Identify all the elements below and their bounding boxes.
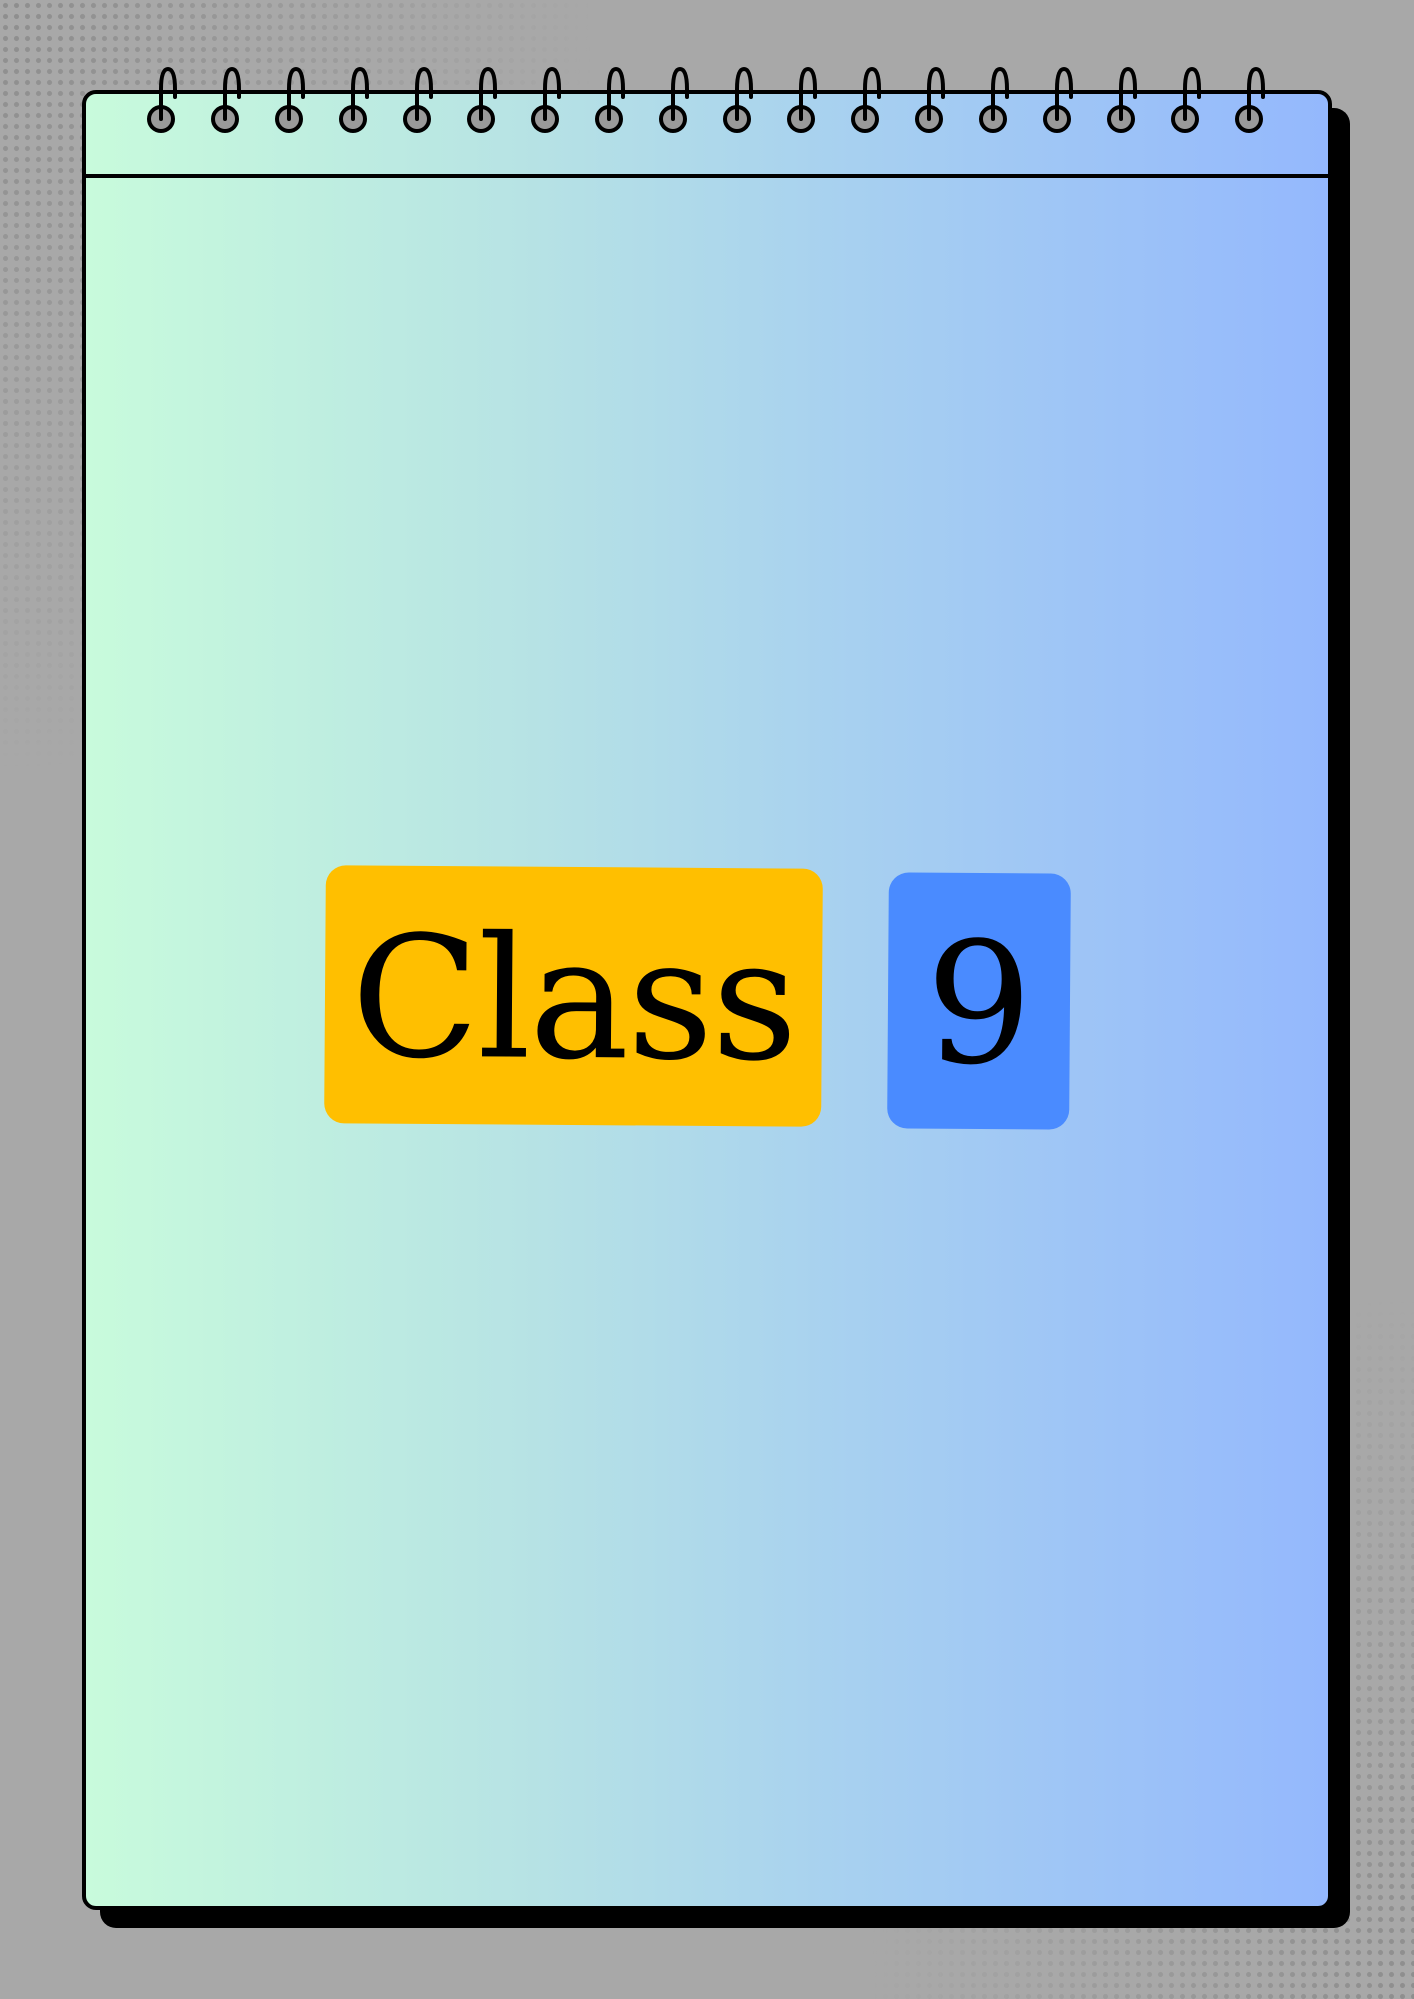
class-label-text: Class: [350, 899, 797, 1099]
spiral-ring: [1043, 66, 1073, 133]
spiral-ring: [147, 66, 177, 133]
spiral-ring: [659, 66, 689, 133]
class-number-text: 9: [924, 905, 1034, 1103]
class-number-tag: 9: [887, 872, 1071, 1130]
spiral-ring: [723, 66, 753, 133]
spiral-ring: [531, 66, 561, 133]
spiral-ring: [915, 66, 945, 133]
notebook-header-divider: [86, 174, 1328, 178]
spiral-ring: [339, 66, 369, 133]
class-label-tag: Class: [324, 865, 823, 1127]
spiral-ring: [403, 66, 433, 133]
spiral-ring: [275, 66, 305, 133]
spiral-ring: [787, 66, 817, 133]
spiral-ring: [979, 66, 1009, 133]
spiral-ring: [1235, 66, 1265, 133]
spiral-ring: [595, 66, 625, 133]
spiral-binding: [147, 66, 1265, 133]
spiral-ring: [211, 66, 241, 133]
spiral-ring: [851, 66, 881, 133]
spiral-ring: [1107, 66, 1137, 133]
spiral-ring: [467, 66, 497, 133]
spiral-ring: [1171, 66, 1201, 133]
